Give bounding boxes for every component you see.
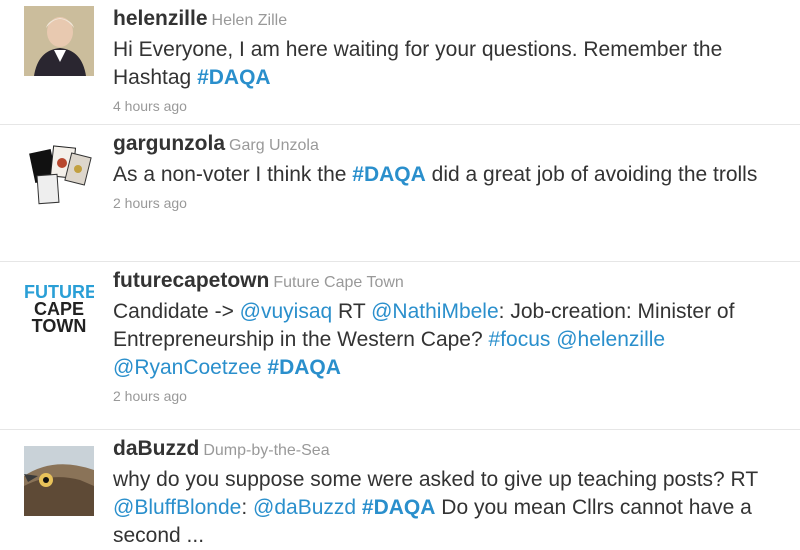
- text-segment: RT: [332, 300, 372, 323]
- tweet-full-name: Helen Zille: [211, 12, 288, 29]
- mention-link[interactable]: @helenzille: [556, 328, 665, 351]
- tweet-timestamp[interactable]: 2 hours ago: [113, 388, 788, 404]
- hashtag-link[interactable]: #DAQA: [352, 163, 426, 186]
- helenzille-avatar[interactable]: [24, 6, 94, 76]
- text-segment: Candidate ->: [113, 300, 240, 323]
- tweet-timestamp[interactable]: 4 hours ago: [113, 98, 788, 114]
- futurecapetown-avatar[interactable]: FUTURE CAPE TOWN: [24, 278, 94, 348]
- text-segment: As a non-voter I think the: [113, 163, 353, 186]
- tweet-text: why do you suppose some were asked to gi…: [113, 466, 788, 550]
- tweet-item: gargunzola Garg Unzola As a non-voter I t…: [0, 125, 800, 262]
- avatar-logo-text: TOWN: [31, 316, 87, 336]
- tweet-screen-name[interactable]: daBuzzd: [113, 437, 199, 460]
- mention-link[interactable]: @daBuzzd: [253, 496, 356, 519]
- hashtag-link[interactable]: #DAQA: [197, 66, 271, 89]
- hashtag-link[interactable]: #DAQA: [362, 496, 436, 519]
- tweet-screen-name[interactable]: gargunzola: [113, 132, 225, 155]
- tweet-item: daBuzzd Dump-by-the-Sea why do you suppos…: [0, 430, 800, 549]
- dabuzzd-avatar[interactable]: [24, 446, 94, 516]
- mention-link[interactable]: @RyanCoetzee: [113, 356, 262, 379]
- mention-link[interactable]: @BluffBlonde: [113, 496, 241, 519]
- text-segment: did a great job of avoiding the trolls: [425, 163, 758, 186]
- tweet-item: FUTURE CAPE TOWN futurecapetown Future Ca…: [0, 262, 800, 430]
- tweet-item: helenzille Helen Zille Hi Everyone, I am …: [0, 0, 800, 125]
- gargunzola-avatar[interactable]: [24, 141, 94, 211]
- mention-link[interactable]: @NathiMbele: [371, 300, 499, 323]
- hashtag-link[interactable]: #focus: [489, 328, 551, 351]
- tweet-text: Candidate -> @vuyisaq RT @NathiMbele: Jo…: [113, 298, 788, 382]
- tweet-text: Hi Everyone, I am here waiting for your …: [113, 36, 788, 92]
- tweet-screen-name[interactable]: futurecapetown: [113, 269, 269, 292]
- tweet-full-name: Dump-by-the-Sea: [203, 442, 330, 459]
- tweet-timestamp[interactable]: 2 hours ago: [113, 195, 788, 211]
- text-segment: why do you suppose some were asked to gi…: [113, 468, 758, 491]
- tweet-full-name: Garg Unzola: [229, 137, 319, 154]
- tweet-screen-name[interactable]: helenzille: [113, 7, 208, 30]
- tweet-text: As a non-voter I think the #DAQA did a g…: [113, 161, 788, 189]
- mention-link[interactable]: @vuyisaq: [240, 300, 333, 323]
- hashtag-link[interactable]: #DAQA: [267, 356, 341, 379]
- text-segment: :: [241, 496, 254, 519]
- tweet-full-name: Future Cape Town: [273, 274, 404, 291]
